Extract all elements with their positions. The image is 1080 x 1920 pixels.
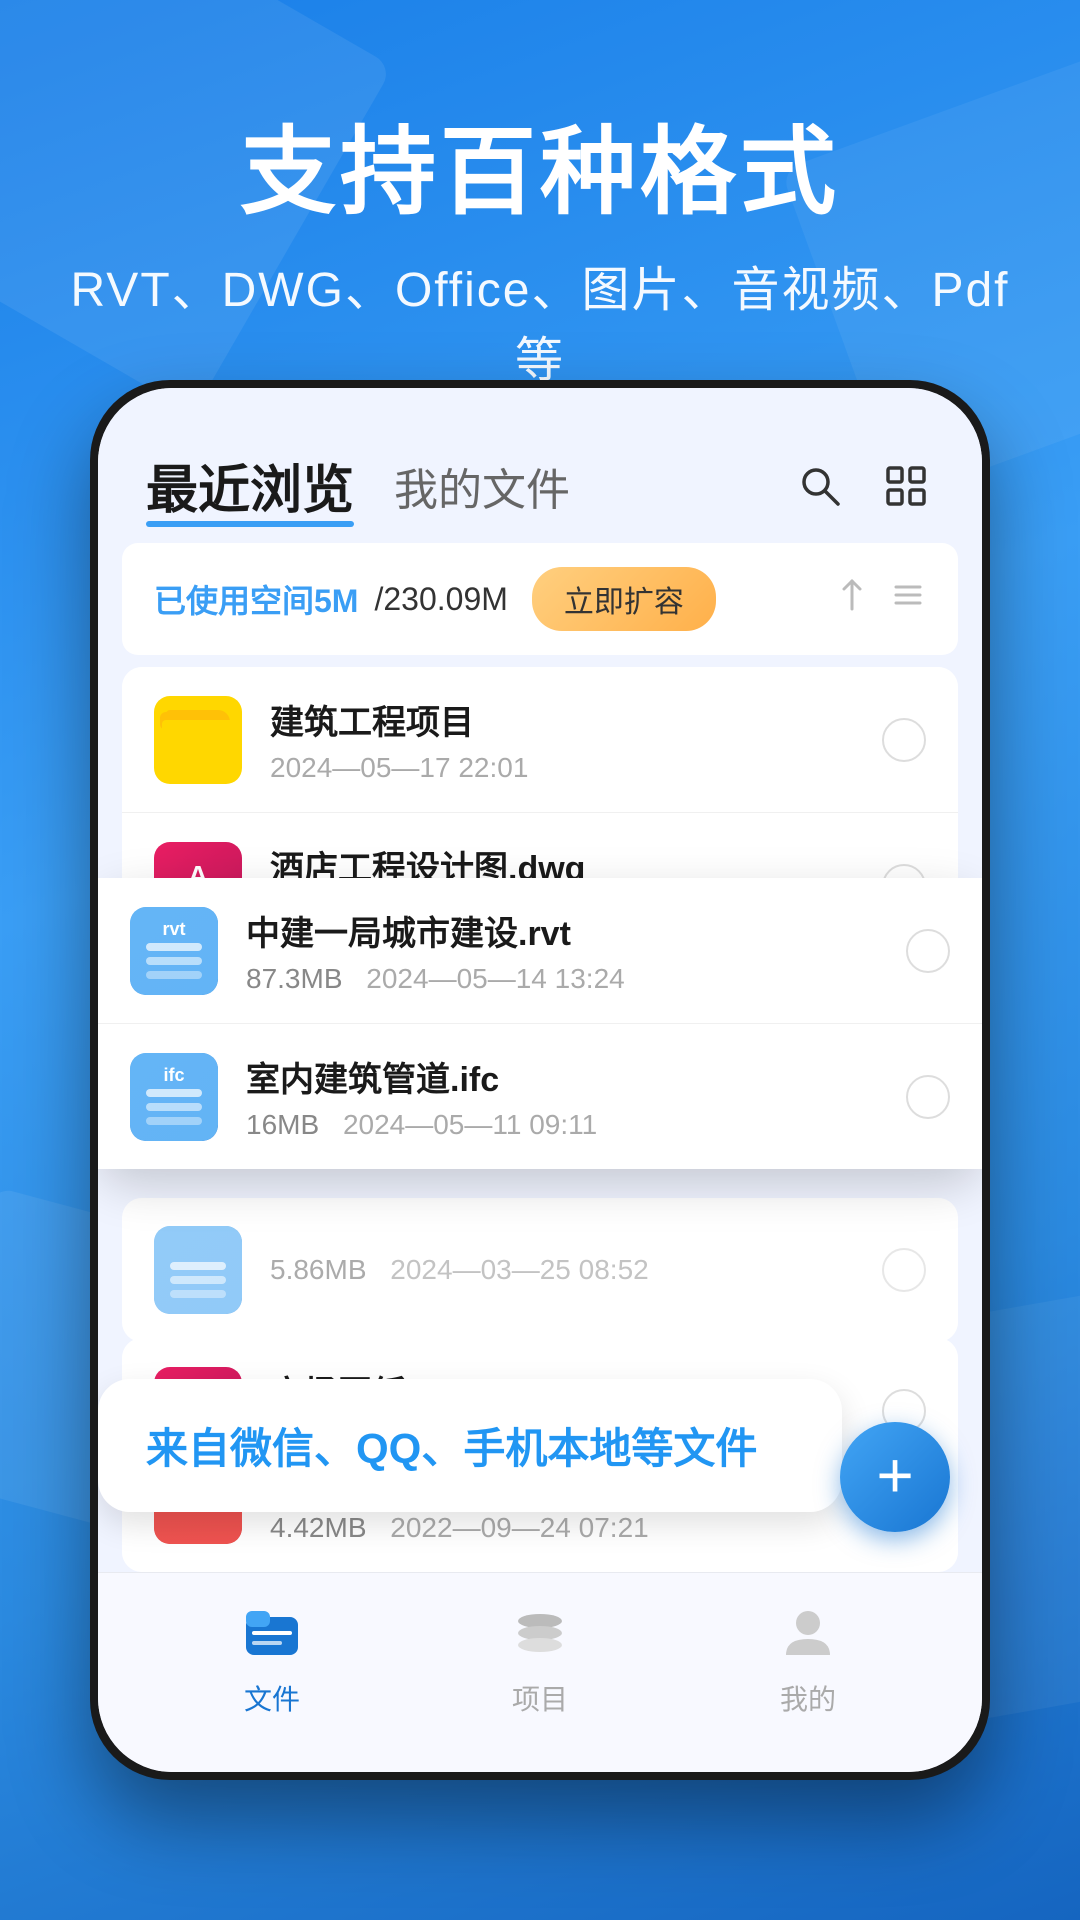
storage-bar: 已使用空间5M /230.09M 立即扩容 — [122, 543, 958, 655]
mine-nav-icon — [773, 1598, 843, 1668]
folder-file-icon — [154, 696, 242, 784]
file-info: 中建一局城市建设.rvt 87.3MB 2024—05—14 13:24 — [246, 906, 906, 995]
sort-icons — [834, 577, 926, 622]
projects-nav-icon — [505, 1598, 575, 1668]
select-radio[interactable] — [906, 1075, 950, 1119]
header-icons — [792, 458, 934, 514]
file-info: 建筑工程项目 2024—05—17 22:01 — [270, 695, 882, 784]
expand-storage-button[interactable]: 立即扩容 — [532, 567, 716, 631]
file-meta: 5.86MB 2024—03—25 08:52 — [270, 1254, 882, 1286]
source-text: 来自微信、QQ、手机本地等文件 — [146, 1425, 757, 1472]
search-icon[interactable] — [792, 458, 848, 514]
storage-used: 已使用空间5M — [154, 576, 358, 622]
fullscreen-icon[interactable] — [878, 458, 934, 514]
svg-text:ifc: ifc — [163, 1065, 184, 1085]
tab-files[interactable]: 我的文件 — [394, 454, 570, 518]
file-date: 2022—09—24 07:21 — [390, 1512, 648, 1543]
ifc-file-icon: ifc — [130, 1053, 218, 1141]
file-info: 室内建筑管道.ifc 16MB 2024—05—11 09:11 — [246, 1052, 906, 1141]
phone-mockup: 最近浏览 我的文件 — [90, 380, 990, 1780]
file-date: 2024—03—25 08:52 — [390, 1254, 648, 1285]
svg-text:rvt: rvt — [162, 919, 185, 939]
file-meta: 87.3MB 2024—05—14 13:24 — [246, 963, 906, 995]
hero-section: 支持百种格式 RVT、DWG、Office、图片、音视频、Pdf等 — [0, 0, 1080, 430]
files-nav-icon — [237, 1598, 307, 1668]
file-info: 5.86MB 2024—03—25 08:52 — [270, 1254, 882, 1286]
list-item[interactable]: ifc 室内建筑管道.ifc — [98, 1024, 982, 1169]
file-meta: 2024—05—17 22:01 — [270, 752, 882, 784]
list-item[interactable]: rvt 中建一局城市建设.rvt — [98, 878, 982, 1024]
add-file-button[interactable]: + — [840, 1422, 950, 1532]
select-radio[interactable] — [882, 1248, 926, 1292]
list-view-icon[interactable] — [890, 577, 926, 622]
file-date: 2024—05—17 22:01 — [270, 752, 528, 783]
file-name: 建筑工程项目 — [270, 695, 882, 744]
rvt-file-icon-partial — [154, 1226, 242, 1314]
phone-screen: 最近浏览 我的文件 — [98, 388, 982, 1772]
file-size: 5.86MB — [270, 1254, 367, 1285]
file-size: 4.42MB — [270, 1512, 367, 1543]
file-meta: 16MB 2024—05—11 09:11 — [246, 1109, 906, 1141]
nav-item-projects[interactable]: 项目 — [505, 1598, 575, 1718]
nav-item-mine[interactable]: 我的 — [773, 1598, 843, 1718]
file-date: 2024—05—14 13:24 — [366, 963, 624, 994]
bottom-nav: 文件 项目 我的 — [98, 1572, 982, 1772]
source-card: 来自微信、QQ、手机本地等文件 — [98, 1379, 842, 1512]
select-radio[interactable] — [906, 929, 950, 973]
file-name: 室内建筑管道.ifc — [246, 1052, 906, 1101]
nav-label-mine: 我的 — [780, 1678, 836, 1718]
select-radio[interactable] — [882, 718, 926, 762]
hero-subtitle: RVT、DWG、Office、图片、音视频、Pdf等 — [60, 250, 1020, 390]
nav-label-projects: 项目 — [512, 1678, 568, 1718]
list-item[interactable]: 5.86MB 2024—03—25 08:52 — [122, 1198, 958, 1342]
nav-label-files: 文件 — [244, 1678, 300, 1718]
nav-item-files[interactable]: 文件 — [237, 1598, 307, 1718]
highlight-card: rvt 中建一局城市建设.rvt — [98, 878, 982, 1169]
app-header: 最近浏览 我的文件 — [98, 388, 982, 543]
file-size: 87.3MB — [246, 963, 343, 994]
rvt-file-icon: rvt — [130, 907, 218, 995]
list-item[interactable]: 建筑工程项目 2024—05—17 22:01 — [122, 667, 958, 813]
storage-total: /230.09M — [374, 581, 507, 618]
file-size: 16MB — [246, 1109, 319, 1140]
file-name: 中建一局城市建设.rvt — [246, 906, 906, 955]
file-meta: 4.42MB 2022—09—24 07:21 — [270, 1512, 882, 1544]
sort-icon[interactable] — [834, 577, 870, 622]
file-date: 2024—05—11 09:11 — [343, 1109, 597, 1140]
tab-recent[interactable]: 最近浏览 — [146, 448, 354, 523]
hero-title: 支持百种格式 — [60, 120, 1020, 226]
plus-icon: + — [876, 1443, 913, 1507]
